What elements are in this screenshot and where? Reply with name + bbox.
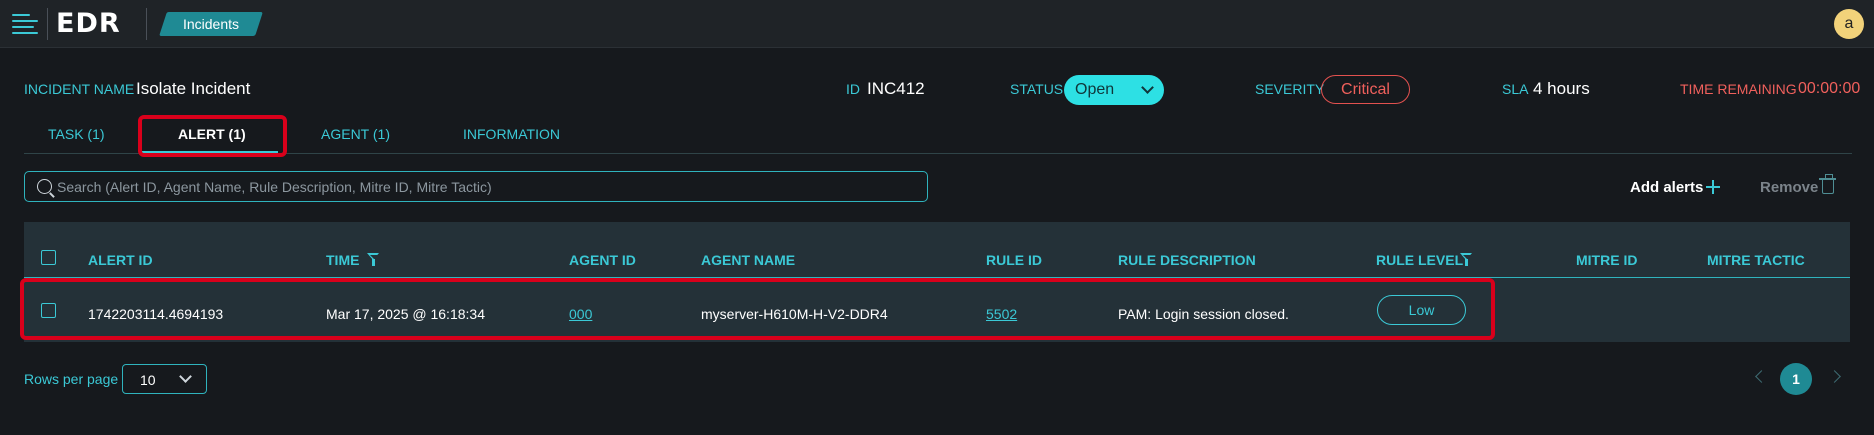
col-agent-name[interactable]: AGENT NAME — [701, 250, 795, 270]
severity-badge: Critical — [1321, 75, 1410, 104]
alert-id-cell: 1742203114.4694193 — [88, 306, 224, 322]
alerts-table: ALERT ID TIME AGENT ID AGENT NAME RULE I… — [24, 222, 1850, 342]
status-label: STATUS — [1010, 81, 1064, 97]
incident-name: Isolate Incident — [136, 79, 251, 98]
chevron-right-icon[interactable] — [1828, 370, 1841, 383]
tabs-divider — [24, 153, 1852, 154]
remove-label: Remove — [1760, 179, 1819, 196]
remove-button[interactable]: Remove — [1760, 174, 1836, 199]
page-1-button[interactable]: 1 — [1780, 363, 1812, 395]
trash-icon — [1819, 174, 1836, 194]
tab-agent[interactable]: AGENT (1) — [321, 124, 390, 144]
incident-name-label: INCIDENT NAME — [24, 81, 135, 97]
time-remaining-value: 00:00:00 — [1798, 80, 1861, 97]
col-mitre-tactic[interactable]: MITRE TACTIC — [1707, 250, 1805, 270]
col-rule-id[interactable]: RULE ID — [986, 250, 1042, 270]
time-cell: Mar 17, 2025 @ 16:18:34 — [326, 306, 485, 322]
top-bar: EDR Incidents a — [0, 0, 1874, 48]
breadcrumb-incidents[interactable]: Incidents — [163, 12, 259, 36]
rows-per-page-value: 10 — [140, 372, 156, 388]
search-icon — [37, 179, 52, 194]
chevron-left-icon[interactable] — [1755, 370, 1768, 383]
user-avatar[interactable]: a — [1834, 9, 1864, 39]
col-rule-level[interactable]: RULE LEVEL — [1376, 250, 1463, 270]
app-logo: EDR — [56, 8, 121, 39]
chevron-down-icon — [1141, 81, 1154, 94]
sla-label: SLA — [1502, 81, 1529, 97]
time-remaining-label: TIME REMAINING — [1680, 81, 1797, 97]
table-header: ALERT ID TIME AGENT ID AGENT NAME RULE I… — [24, 222, 1850, 278]
row-checkbox[interactable] — [41, 303, 56, 318]
filter-icon[interactable] — [367, 253, 380, 266]
rule-description-cell: PAM: Login session closed. — [1118, 306, 1289, 322]
col-time[interactable]: TIME — [326, 250, 359, 270]
tab-alert[interactable]: ALERT (1) — [178, 124, 246, 144]
search-input[interactable] — [57, 172, 917, 201]
sla-value: 4 hours — [1533, 79, 1590, 98]
add-alerts-button[interactable]: Add alerts — [1630, 177, 1720, 199]
status-value: Open — [1075, 81, 1115, 98]
chevron-down-icon — [179, 370, 192, 383]
menu-icon[interactable] — [12, 12, 38, 36]
agent-id-link[interactable]: 000 — [569, 304, 592, 324]
status-dropdown[interactable]: Open — [1064, 75, 1164, 105]
add-alerts-label: Add alerts — [1630, 179, 1704, 196]
divider — [47, 8, 48, 40]
rule-level-badge: Low — [1377, 295, 1466, 325]
divider — [146, 8, 147, 40]
incident-id-label: ID — [846, 81, 860, 97]
tab-task[interactable]: TASK (1) — [48, 124, 105, 144]
rows-per-page-select[interactable]: 10 — [122, 364, 207, 394]
col-rule-description[interactable]: RULE DESCRIPTION — [1118, 250, 1256, 270]
tab-information[interactable]: INFORMATION — [463, 124, 560, 144]
filter-icon[interactable] — [1460, 253, 1473, 266]
severity-label: SEVERITY — [1255, 81, 1325, 97]
active-tab-indicator — [142, 151, 278, 154]
col-agent-id[interactable]: AGENT ID — [569, 250, 636, 270]
plus-icon — [1706, 180, 1720, 194]
rule-id-link[interactable]: 5502 — [986, 304, 1017, 324]
agent-name-cell: myserver-H610M-H-V2-DDR4 — [701, 306, 888, 322]
rows-per-page-label: Rows per page — [24, 371, 119, 387]
select-all-checkbox[interactable] — [41, 250, 56, 265]
col-mitre-id[interactable]: MITRE ID — [1576, 250, 1637, 270]
incident-id: INC412 — [867, 79, 925, 98]
col-alert-id[interactable]: ALERT ID — [88, 250, 153, 270]
search-box — [24, 171, 928, 202]
